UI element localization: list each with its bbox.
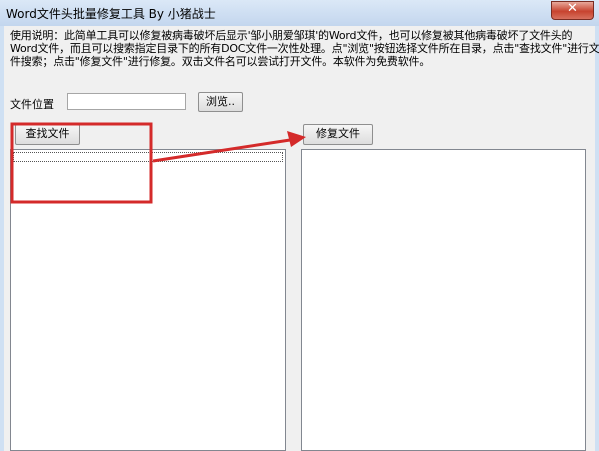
annotation-highlight-box: [10, 122, 153, 204]
annotation-arrow-line: [152, 138, 291, 163]
app-window: Word文件头批量修复工具 By 小猪战士 ✕ 使用说明：此简单工具可以修复被病…: [0, 0, 599, 451]
red-annotation-overlay: [10, 122, 306, 204]
annotation-arrow-head: [287, 131, 306, 147]
